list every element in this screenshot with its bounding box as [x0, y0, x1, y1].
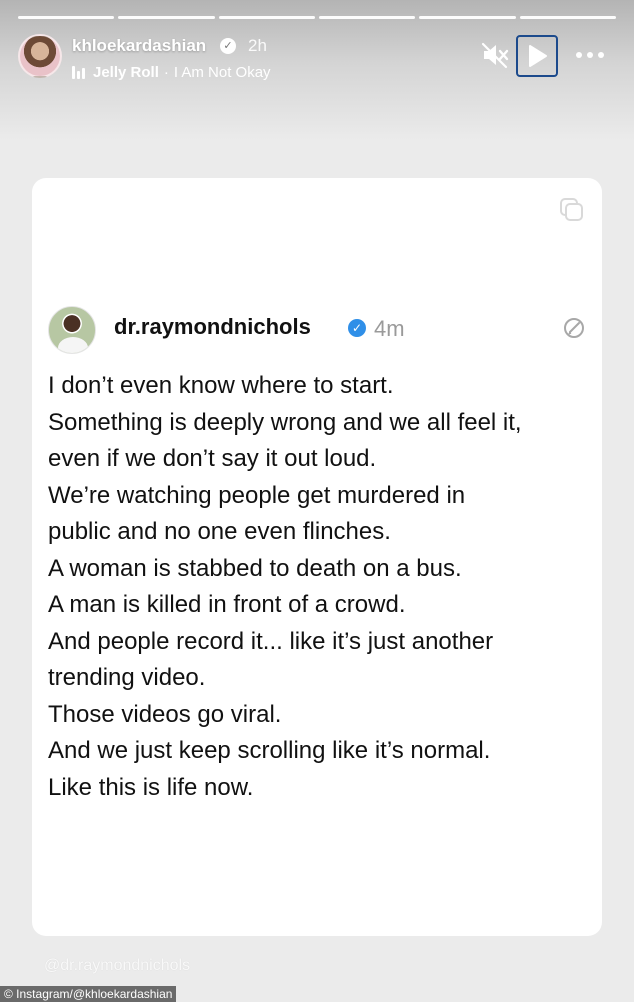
post-text-line: And people record it... like it’s just a…	[48, 627, 494, 655]
verified-badge-icon: ✓	[348, 319, 366, 337]
post-author-avatar[interactable]	[48, 306, 96, 354]
story-progress-bar	[18, 16, 616, 19]
post-text-line: We’re watching people get murdered in	[48, 481, 466, 509]
story-author-avatar[interactable]	[18, 34, 62, 78]
more-options-icon	[598, 52, 604, 58]
more-options-icon	[576, 52, 582, 58]
play-icon	[529, 45, 547, 67]
more-options-button[interactable]	[570, 42, 610, 68]
progress-segment	[18, 16, 115, 19]
post-timestamp: 4m	[374, 316, 405, 341]
shared-post-card[interactable]: dr.raymondnichols ✓ 4m I don’t even know…	[32, 178, 602, 936]
speaker-muted-icon	[481, 42, 509, 69]
post-text-line: Those videos go viral.	[48, 700, 282, 728]
image-credit: © Instagram/@khloekardashian	[0, 986, 177, 1002]
source-handle-watermark: @dr.raymondnichols	[44, 957, 191, 974]
post-text-line: A woman is stabbed to death on a bus.	[48, 554, 462, 582]
post-text-line: Something is deeply wrong and we all fee…	[48, 408, 522, 436]
music-artist: Jelly Roll	[93, 63, 159, 81]
post-username[interactable]: dr.raymondnichols	[114, 314, 311, 340]
progress-segment	[519, 16, 616, 19]
post-text-line: even if we don’t say it out loud.	[48, 445, 377, 472]
copy-icon	[558, 196, 586, 224]
post-text-line: Like this is life now.	[48, 773, 254, 801]
story-header: khloekardashian ✓ 2h Jelly Roll · I Am N…	[18, 32, 616, 84]
music-separator: ·	[163, 63, 169, 81]
post-text-line: And we just keep scrolling like it’s nor…	[48, 737, 491, 764]
music-equalizer-icon	[72, 65, 85, 79]
edited-icon	[562, 316, 586, 340]
story-timestamp: 2h	[248, 36, 267, 55]
progress-segment	[318, 16, 416, 19]
music-attribution[interactable]: Jelly Roll · I Am Not Okay	[72, 62, 271, 82]
post-text-line: I don’t even know where to start.	[48, 372, 394, 399]
verified-badge-icon: ✓	[220, 38, 236, 54]
music-title: I Am Not Okay	[173, 63, 271, 81]
more-options-icon	[587, 52, 593, 58]
post-text-line: public and no one even flinches.	[48, 518, 391, 545]
mute-button[interactable]	[480, 40, 510, 70]
post-text-line: A man is killed in front of a crowd.	[48, 591, 406, 618]
post-text-line: trending video.	[48, 664, 206, 691]
story-username[interactable]: khloekardashian	[72, 36, 206, 56]
progress-segment	[218, 16, 315, 19]
post-text: I don’t even know where to start. Someth…	[48, 368, 588, 806]
play-button[interactable]	[516, 35, 558, 77]
progress-segment	[419, 16, 516, 19]
progress-segment	[118, 16, 215, 19]
